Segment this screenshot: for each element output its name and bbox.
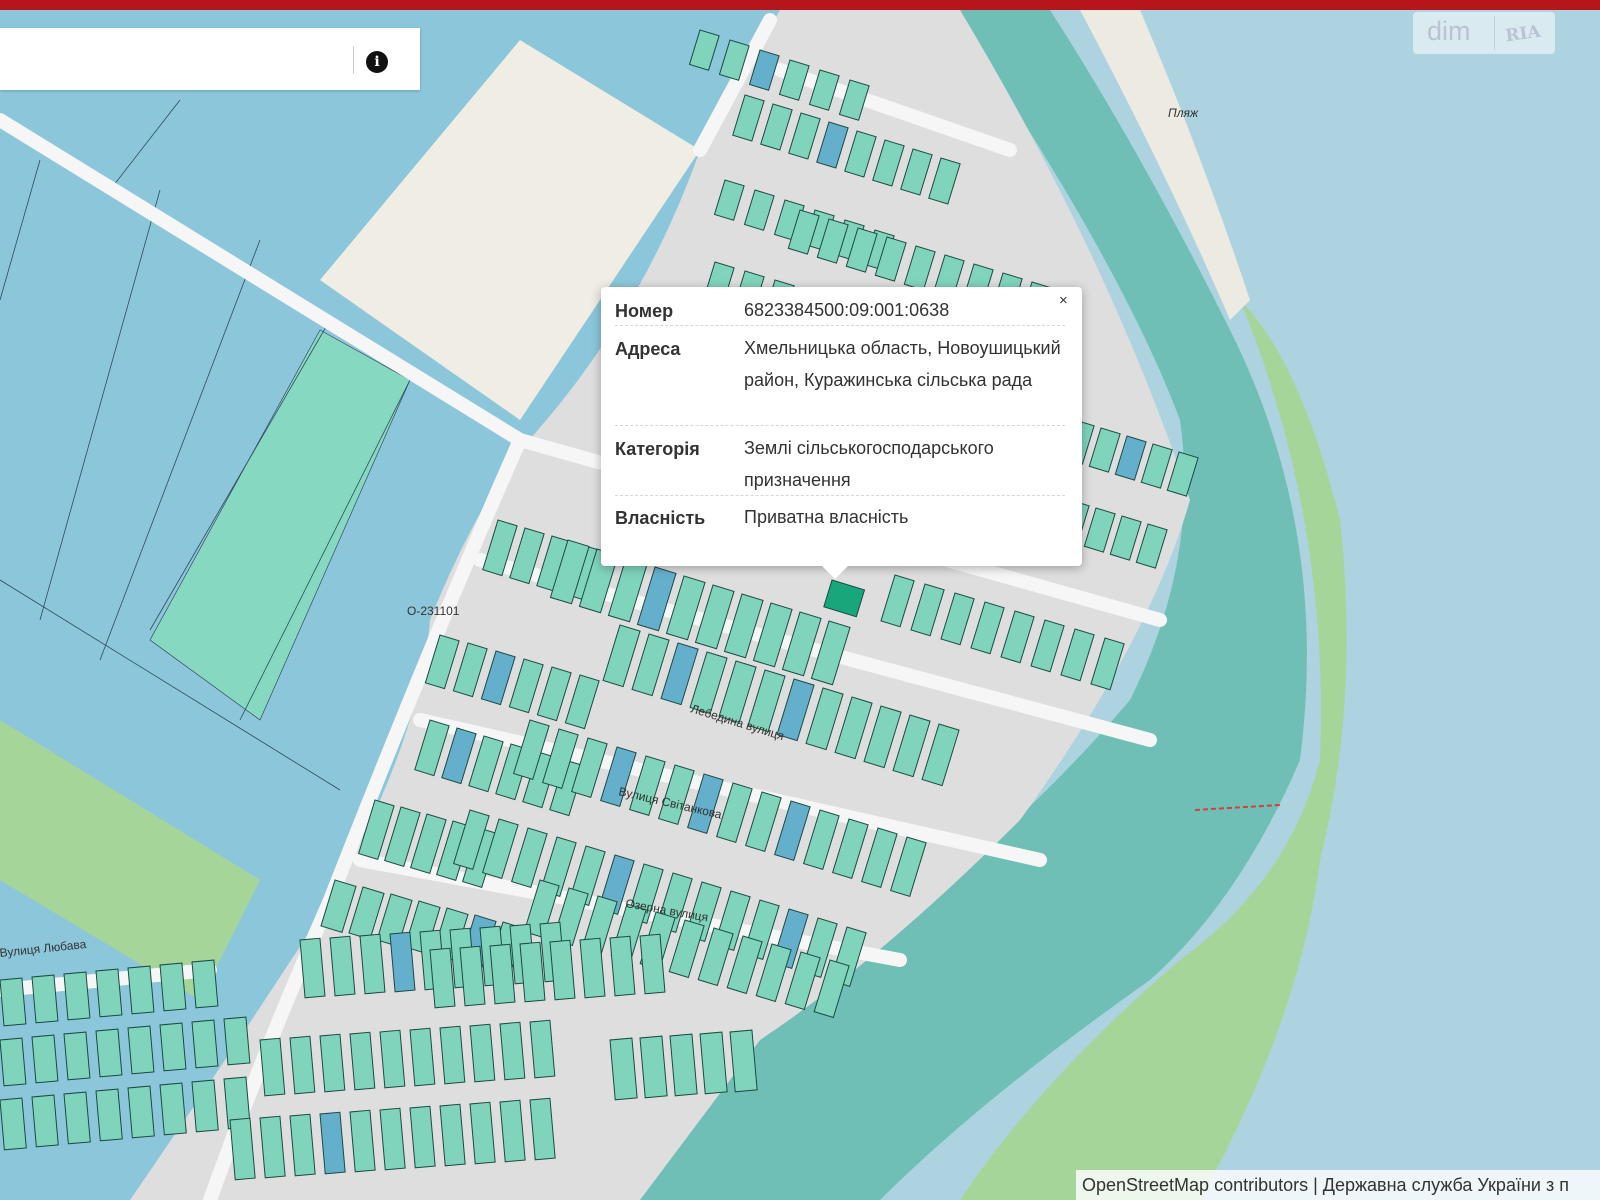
parcel[interactable] bbox=[31, 974, 59, 1024]
parcel[interactable] bbox=[349, 1031, 376, 1091]
parcel[interactable] bbox=[63, 1091, 91, 1145]
search-bar bbox=[0, 28, 420, 90]
parcel[interactable] bbox=[63, 971, 91, 1021]
parcel[interactable] bbox=[127, 965, 155, 1015]
parcel[interactable] bbox=[191, 1079, 219, 1133]
parcel[interactable] bbox=[159, 1082, 187, 1136]
map-attribution[interactable]: OpenStreetMap contributors | Державна сл… bbox=[1076, 1170, 1600, 1200]
logo-divider bbox=[1494, 16, 1495, 50]
search-input[interactable] bbox=[0, 28, 350, 90]
cadastral-map[interactable]: О-231101 Лебедина вулиця Вулиця Світанко… bbox=[0, 0, 1600, 1200]
parcel[interactable] bbox=[63, 1031, 91, 1081]
parcel[interactable] bbox=[469, 1023, 496, 1083]
parcel-info-popup: × Номер 6823384500:09:001:0638 Адреса Хм… bbox=[601, 287, 1082, 579]
parcel[interactable] bbox=[669, 1033, 698, 1097]
info-icon[interactable]: i bbox=[366, 51, 388, 73]
parcel[interactable] bbox=[223, 1016, 251, 1066]
parcel[interactable] bbox=[191, 1019, 219, 1069]
parcel[interactable] bbox=[639, 1035, 668, 1099]
row-label: Адреса bbox=[615, 339, 681, 359]
parcel[interactable] bbox=[439, 1025, 466, 1085]
parcel[interactable] bbox=[699, 1031, 728, 1095]
road-code-label: О-231101 bbox=[407, 604, 460, 618]
parcel[interactable] bbox=[95, 1028, 123, 1078]
parcel[interactable] bbox=[259, 1037, 286, 1097]
parcel[interactable] bbox=[499, 1021, 526, 1081]
row-value: 6823384500:09:001:0638 bbox=[744, 300, 950, 320]
parcel[interactable] bbox=[95, 1088, 123, 1142]
parcel[interactable] bbox=[159, 962, 187, 1012]
popup-row-category: Категорія Землі сільськогосподарського п… bbox=[615, 433, 1065, 496]
parcel[interactable] bbox=[0, 977, 27, 1027]
parcel[interactable] bbox=[0, 1037, 27, 1087]
popup-row-ownership: Власність Приватна власність bbox=[615, 502, 1065, 532]
parcel[interactable] bbox=[127, 1085, 155, 1139]
parcel[interactable] bbox=[31, 1034, 59, 1084]
row-label: Номер bbox=[615, 301, 674, 321]
parcel[interactable] bbox=[0, 1097, 27, 1151]
parcel[interactable] bbox=[319, 1033, 346, 1093]
parcel[interactable] bbox=[159, 1022, 187, 1072]
parcel[interactable] bbox=[31, 1094, 59, 1148]
logo-dim-text: dim bbox=[1427, 16, 1471, 46]
row-label: Власність bbox=[615, 508, 706, 528]
parcel[interactable] bbox=[379, 1029, 406, 1089]
parcel[interactable] bbox=[729, 1029, 758, 1093]
popup-row-address: Адреса Хмельницька область, Новоушицький… bbox=[615, 333, 1065, 426]
row-value: Землі сільськогосподарського призначення bbox=[744, 438, 994, 490]
parcel[interactable] bbox=[95, 968, 123, 1018]
top-bar bbox=[0, 0, 1600, 10]
row-value: Приватна власність bbox=[744, 507, 909, 527]
parcel[interactable] bbox=[289, 1035, 316, 1095]
popup-row-number: Номер 6823384500:09:001:0638 bbox=[615, 295, 1065, 326]
row-label: Категорія bbox=[615, 439, 700, 459]
parcel[interactable] bbox=[609, 1037, 638, 1101]
parcel[interactable] bbox=[409, 1027, 436, 1087]
dim-ria-logo[interactable]: dim RIA bbox=[1413, 12, 1555, 54]
parcel[interactable] bbox=[191, 959, 219, 1009]
logo-ria-text: RIA bbox=[1504, 21, 1542, 47]
search-divider bbox=[353, 46, 354, 74]
row-value: Хмельницька область, Новоушицький район,… bbox=[744, 338, 1061, 390]
parcel[interactable] bbox=[127, 1025, 155, 1075]
parcel[interactable] bbox=[529, 1019, 556, 1079]
beach-label: Пляж bbox=[1168, 106, 1199, 120]
